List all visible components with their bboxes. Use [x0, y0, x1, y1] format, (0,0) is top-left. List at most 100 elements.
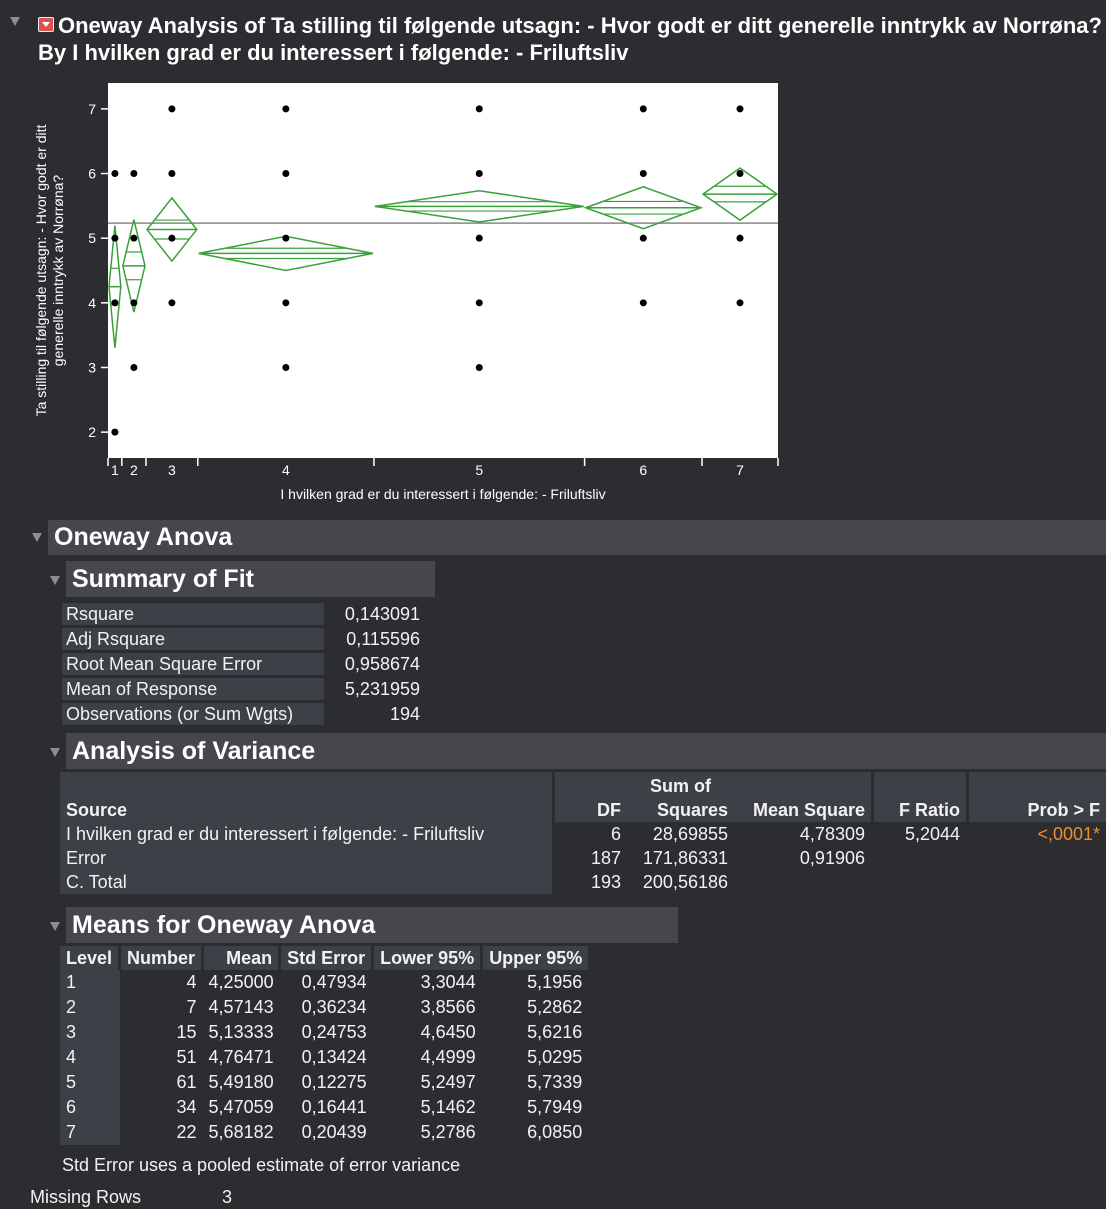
aov-cell-f — [871, 870, 968, 894]
means-cell: 4,4999 — [420, 1047, 476, 1067]
aov-cell-source: Error — [60, 846, 554, 870]
means-cell: 22 — [176, 1122, 197, 1142]
aov-header-row: Source DF Sum of Squares Mean Square F Ra… — [60, 772, 1106, 822]
aov-header: Analysis of Variance — [66, 733, 1106, 769]
summary-label: Rsquare — [62, 603, 324, 625]
aov-cell-ss: 200,56186 — [642, 872, 728, 892]
disclosure-triangle-summary[interactable] — [50, 576, 60, 585]
means-row: 5 61 5,49180 0,12275 5,2497 5,7339 — [60, 1070, 588, 1095]
summary-row: Root Mean Square Error 0,958674 — [62, 653, 432, 677]
data-point — [130, 363, 138, 371]
data-point — [639, 170, 647, 178]
means-header-row: Level Number Mean Std Error Lower 95% Upper 9… — [60, 946, 589, 970]
data-point — [639, 299, 647, 307]
means-cell: 5,6216 — [527, 1022, 583, 1042]
data-point — [130, 299, 138, 307]
data-point — [111, 170, 119, 178]
summary-label: Observations (or Sum Wgts) — [62, 703, 324, 725]
means-cell: 5,13333 — [208, 1022, 274, 1042]
means-cell: 61 — [176, 1072, 197, 1092]
y-tick-label: 4 — [88, 295, 96, 311]
disclosure-triangle-main[interactable] — [10, 17, 20, 26]
title-text: Oneway Analysis of Ta stilling til følge… — [38, 13, 1102, 65]
aov-col-ss: Sum of Squares — [650, 776, 728, 820]
data-point — [111, 234, 119, 242]
means-header: Means for Oneway Anova — [66, 907, 678, 943]
means-cell: 0,36234 — [301, 997, 367, 1017]
means-cell: 4,6450 — [420, 1022, 476, 1042]
oneway-plot: Ta stilling til følgende utsagn: - Hvor … — [33, 83, 779, 502]
means-col-header: Level — [66, 948, 113, 968]
red-triangle-menu-icon[interactable] — [38, 17, 54, 32]
data-point — [475, 363, 483, 371]
x-tick-label: 7 — [736, 462, 744, 478]
means-cell: 5,1462 — [420, 1097, 476, 1117]
means-cell: 5,2862 — [527, 997, 583, 1017]
data-point — [736, 234, 744, 242]
aov-cell-source: I hvilken grad er du interessert i følge… — [60, 822, 554, 846]
aov-cell-f — [871, 846, 968, 870]
means-cell: 4 — [60, 1045, 120, 1070]
disclosure-triangle-means[interactable] — [50, 922, 60, 931]
means-cell: 7 — [60, 1120, 120, 1145]
aov-cell-df: 6 — [552, 822, 627, 846]
plot-frame — [108, 83, 778, 458]
summary-row: Mean of Response 5,231959 — [62, 678, 432, 702]
summary-row: Observations (or Sum Wgts) 194 — [62, 703, 432, 727]
aov-cell-ms: 0,91906 — [799, 848, 865, 868]
aov-cell-ms — [734, 870, 873, 894]
data-point — [475, 234, 483, 242]
aov-cell-source: C. Total — [60, 870, 554, 894]
means-cell: 0,16441 — [301, 1097, 367, 1117]
summary-of-fit-table: Rsquare 0,143091 Adj Rsquare 0,115596 Root M… — [62, 603, 432, 729]
means-cell: 0,20439 — [301, 1122, 367, 1142]
data-point — [130, 170, 138, 178]
data-point — [168, 299, 176, 307]
means-cell: 0,13424 — [301, 1047, 367, 1067]
means-cell: 4,57143 — [208, 997, 274, 1017]
missing-rows-value: 3 — [222, 1187, 233, 1207]
data-point — [111, 428, 119, 436]
aov-cell-p — [966, 846, 1106, 870]
means-cell: 0,24753 — [301, 1022, 367, 1042]
summary-value: 0,143091 — [344, 604, 420, 624]
means-cell: 0,12275 — [301, 1072, 367, 1092]
report-title: Oneway Analysis of Ta stilling til følge… — [38, 12, 1106, 66]
x-tick-label: 3 — [168, 462, 176, 478]
summary-value: 0,958674 — [344, 654, 420, 674]
means-col-header: Lower 95% — [371, 946, 482, 970]
aov-cell-df: 187 — [552, 846, 627, 870]
x-tick-label: 5 — [475, 462, 483, 478]
data-point — [282, 363, 290, 371]
summary-value: 5,231959 — [344, 679, 420, 699]
data-point — [282, 299, 290, 307]
means-row: 6 34 5,47059 0,16441 5,1462 5,7949 — [60, 1095, 588, 1120]
summary-of-fit-header: Summary of Fit — [66, 561, 435, 597]
summary-label: Mean of Response — [62, 678, 324, 700]
means-cell: 3 — [60, 1020, 120, 1045]
y-tick-label: 7 — [88, 101, 96, 117]
disclosure-triangle-anova[interactable] — [32, 533, 42, 542]
means-cell: 6 — [60, 1095, 120, 1120]
means-cell: 5,49180 — [208, 1072, 274, 1092]
oneway-anova-header: Oneway Anova — [48, 520, 1106, 555]
aov-cell-df: 193 — [552, 870, 627, 894]
y-tick-label: 3 — [88, 359, 96, 375]
means-cell: 5,68182 — [208, 1122, 274, 1142]
data-point — [639, 105, 647, 113]
aov-cell-p — [966, 870, 1106, 894]
means-cell: 2 — [60, 995, 120, 1020]
aov-col-source: Source — [66, 800, 128, 820]
data-point — [168, 170, 176, 178]
summary-row: Rsquare 0,143091 — [62, 603, 432, 627]
means-cell: 5,1956 — [527, 972, 583, 992]
means-cell: 4 — [186, 972, 197, 992]
x-tick-label: 1 — [111, 462, 119, 478]
means-cell: 5 — [60, 1070, 120, 1095]
means-col-header: Upper 95% — [480, 946, 589, 970]
data-point — [475, 299, 483, 307]
disclosure-triangle-aov[interactable] — [50, 748, 60, 757]
summary-row: Adj Rsquare 0,115596 — [62, 628, 432, 652]
aov-row: C. Total 193 200,56186 — [60, 870, 1106, 894]
means-row: 7 22 5,68182 0,20439 5,2786 6,0850 — [60, 1120, 588, 1145]
